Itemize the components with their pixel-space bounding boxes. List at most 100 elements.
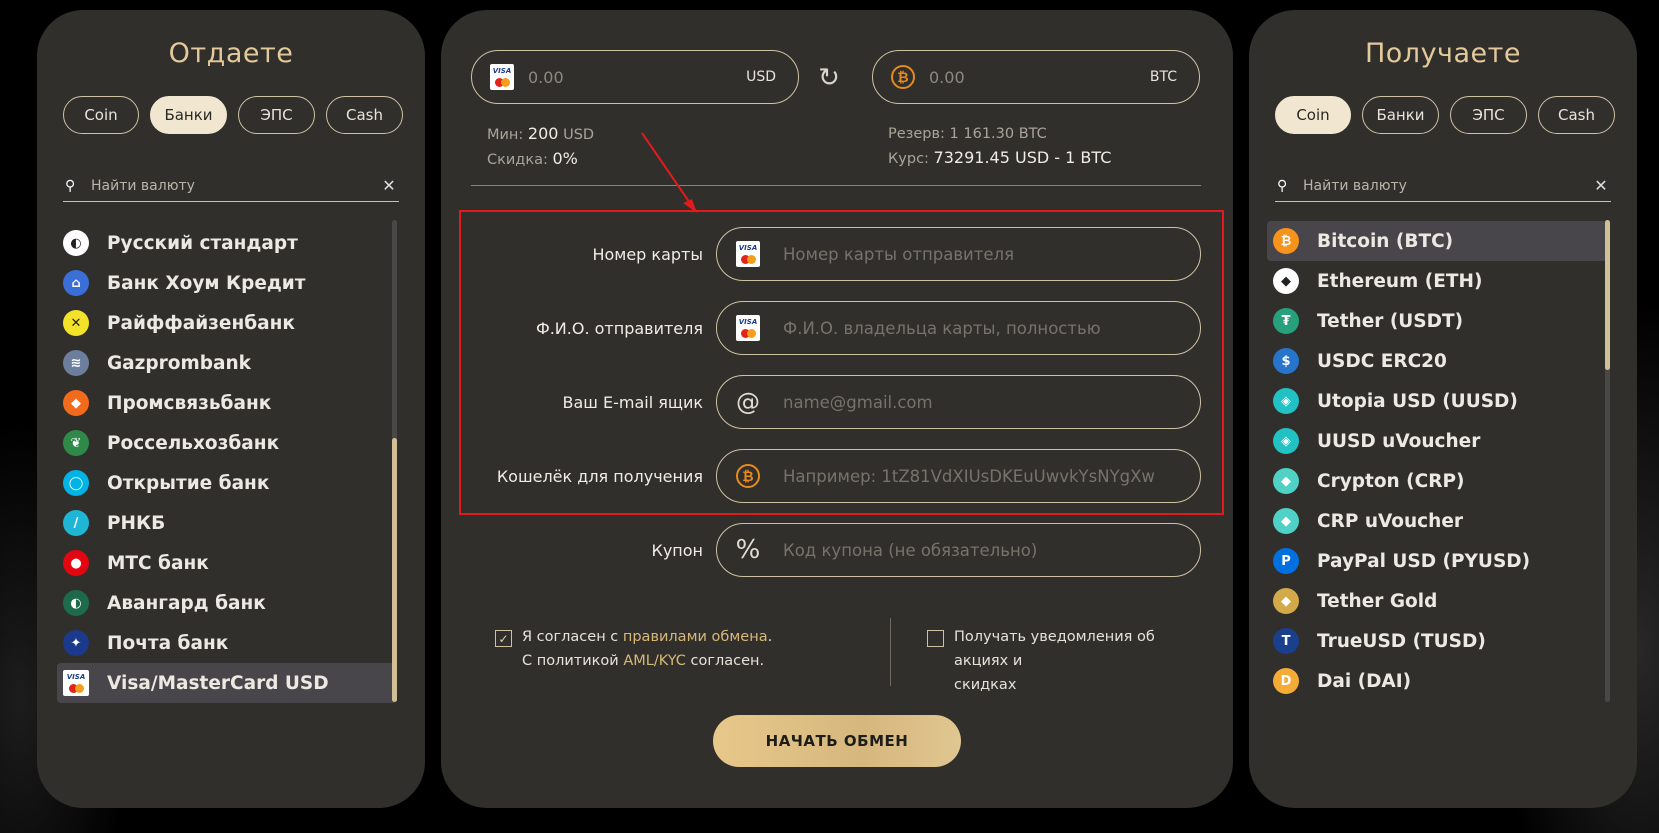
give-amount-field[interactable]: VISA 0.00 USD <box>471 50 799 104</box>
give-scrollbar[interactable] <box>392 220 397 702</box>
percent-icon: % <box>735 535 761 565</box>
list-item-label: Bitcoin (BTC) <box>1317 230 1454 252</box>
get-search[interactable]: ⚲ Найти валюту ✕ <box>1275 170 1611 202</box>
card-number-field[interactable]: VISA Номер карты отправителя <box>716 227 1201 281</box>
search-icon: ⚲ <box>1277 177 1288 194</box>
sender-name-input[interactable]: Ф.И.О. владельца карты, полностью <box>783 319 1101 338</box>
coupon-row: Купон % Код купона (не обязательно) <box>471 523 1201 577</box>
scrollbar-thumb[interactable] <box>1605 220 1610 370</box>
tab-eps[interactable]: ЭПС <box>238 96 315 134</box>
list-item[interactable]: ≋ Gazprombank <box>57 343 397 383</box>
start-exchange-button[interactable]: НАЧАТЬ ОБМЕН <box>713 715 961 767</box>
card-number-row: Номер карты VISA Номер карты отправителя <box>471 227 1201 281</box>
visa-mastercard-icon: VISA <box>736 315 760 341</box>
list-item-label: Utopia USD (UUSD) <box>1317 390 1518 412</box>
wallet-field[interactable]: ₿ Например: 1tZ81VdXIUsDKEuUwvkYsNYgXw <box>716 449 1201 503</box>
tab-coin[interactable]: Coin <box>63 96 139 134</box>
card-number-input[interactable]: Номер карты отправителя <box>783 245 1014 264</box>
notify-text-1: Получать уведомления об акциях и <box>954 629 1155 669</box>
list-item[interactable]: ◈ Utopia USD (UUSD) <box>1267 381 1607 421</box>
min-value: 200 <box>527 124 559 143</box>
list-item[interactable]: ◈ UUSD uVoucher <box>1267 421 1607 461</box>
agree-text-2: . <box>767 629 773 645</box>
get-amount-input[interactable]: 0.00 <box>929 68 1150 87</box>
agree-checkbox[interactable]: ✓ <box>495 630 512 647</box>
give-search[interactable]: ⚲ Найти валюту ✕ <box>63 170 399 202</box>
clear-icon[interactable]: ✕ <box>379 176 399 195</box>
list-item[interactable]: $ USDC ERC20 <box>1267 341 1607 381</box>
give-amount-input[interactable]: 0.00 <box>528 68 746 87</box>
list-item[interactable]: ✦ Почта банк <box>57 623 397 663</box>
list-item-label: МТС банк <box>107 552 209 574</box>
email-field[interactable]: @ name@gmail.com <box>716 375 1201 429</box>
visa-mastercard-icon: VISA <box>490 64 514 90</box>
gazprombank-icon: ≋ <box>63 350 89 376</box>
tab-coin[interactable]: Coin <box>1275 96 1351 134</box>
discount-label: Скидка: <box>487 152 548 168</box>
tab-cash[interactable]: Cash <box>1538 96 1615 134</box>
russkiy-standart-icon: ◐ <box>63 230 89 256</box>
list-item[interactable]: ◆ Tether Gold <box>1267 581 1607 621</box>
search-input[interactable]: Найти валюту <box>91 178 379 194</box>
list-item[interactable]: VISA Visa/MasterCard USD <box>57 663 397 703</box>
list-item-label: USDC ERC20 <box>1317 350 1447 372</box>
list-item[interactable]: ₿ Bitcoin (BTC) <box>1267 221 1607 261</box>
rate-label: Курс: <box>888 151 929 167</box>
search-input[interactable]: Найти валюту <box>1303 178 1591 194</box>
notify-checkbox[interactable] <box>927 630 944 647</box>
get-currency-code: BTC <box>1149 69 1177 85</box>
list-item[interactable]: P PayPal USD (PYUSD) <box>1267 541 1607 581</box>
list-item-label: Tether Gold <box>1317 590 1438 612</box>
rules-link[interactable]: правилами обмена <box>623 629 768 645</box>
list-item[interactable]: ✕ Райффайзенбанк <box>57 303 397 343</box>
scrollbar-thumb[interactable] <box>392 438 397 702</box>
give-currency-code: USD <box>746 69 776 85</box>
aml-kyc-link[interactable]: AML/KYC <box>623 653 686 669</box>
list-item[interactable]: ◆ Ethereum (ETH) <box>1267 261 1607 301</box>
list-item[interactable]: D Dai (DAI) <box>1267 661 1607 701</box>
list-item-label: РНКБ <box>107 512 166 534</box>
email-input[interactable]: name@gmail.com <box>783 393 933 412</box>
coupon-field[interactable]: % Код купона (не обязательно) <box>716 523 1201 577</box>
list-item[interactable]: ◆ CRP uVoucher <box>1267 501 1607 541</box>
list-item-label: Русский стандарт <box>107 232 298 254</box>
list-item-label: Ethereum (ETH) <box>1317 270 1483 292</box>
list-item[interactable]: ◯ Открытие банк <box>57 463 397 503</box>
get-scrollbar[interactable] <box>1605 220 1610 702</box>
list-item[interactable]: T TrueUSD (TUSD) <box>1267 621 1607 661</box>
agree-text: Я согласен с правилами обмена. С политик… <box>522 625 772 673</box>
list-item[interactable]: / РНКБ <box>57 503 397 543</box>
wallet-input[interactable]: Например: 1tZ81VdXIUsDKEuUwvkYsNYgXw <box>783 467 1155 486</box>
coupon-input[interactable]: Код купона (не обязательно) <box>783 541 1037 560</box>
list-item[interactable]: ❦ Россельхозбанк <box>57 423 397 463</box>
give-limits: Мин: 200 USD Скидка: 0% <box>487 122 594 172</box>
list-item-label: Райффайзенбанк <box>107 312 295 334</box>
list-item[interactable]: ● МТС банк <box>57 543 397 583</box>
mts-icon: ● <box>63 550 89 576</box>
wallet-label: Кошелёк для получения <box>496 466 703 486</box>
swap-icon[interactable]: ↻ <box>815 64 843 92</box>
bitcoin-icon: ₿ <box>1273 228 1299 254</box>
list-item[interactable]: ◐ Авангард банк <box>57 583 397 623</box>
tab-eps[interactable]: ЭПС <box>1450 96 1527 134</box>
list-item-label: CRP uVoucher <box>1317 510 1463 532</box>
sender-name-label: Ф.И.О. отправителя <box>535 318 703 338</box>
list-item[interactable]: ◆ Crypton (CRP) <box>1267 461 1607 501</box>
list-item[interactable]: ₮ Tether (USDT) <box>1267 301 1607 341</box>
pochta-icon: ✦ <box>63 630 89 656</box>
list-item[interactable]: ◆ Промсвязьбанк <box>57 383 397 423</box>
list-item-label: Crypton (CRP) <box>1317 470 1465 492</box>
tab-cash[interactable]: Cash <box>326 96 403 134</box>
list-item[interactable]: ◐ Русский стандарт <box>57 223 397 263</box>
get-amount-field[interactable]: ₿ 0.00 BTC <box>872 50 1200 104</box>
bitcoin-icon: ₿ <box>891 65 915 89</box>
tab-banks[interactable]: Банки <box>1362 96 1439 134</box>
clear-icon[interactable]: ✕ <box>1591 176 1611 195</box>
tab-banks[interactable]: Банки <box>150 96 227 134</box>
sender-name-field[interactable]: VISA Ф.И.О. владельца карты, полностью <box>716 301 1201 355</box>
list-item-label: Tether (USDT) <box>1317 310 1464 332</box>
list-item[interactable]: ⌂ Банк Хоум Кредит <box>57 263 397 303</box>
psb-icon: ◆ <box>63 390 89 416</box>
notify-text-2: скидках <box>954 677 1017 693</box>
agreements: ✓ Я согласен с правилами обмена. С полит… <box>495 618 1195 693</box>
